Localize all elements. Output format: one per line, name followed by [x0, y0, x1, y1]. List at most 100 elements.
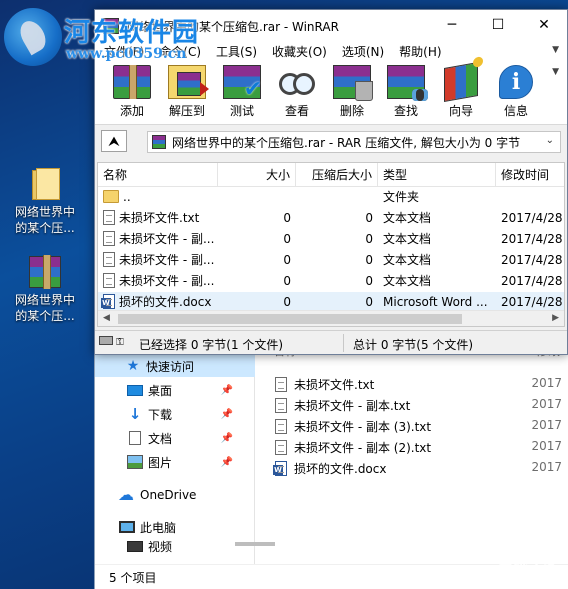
extract-to-button[interactable]: 解压到 — [162, 65, 212, 119]
column-header-name[interactable]: 名称 — [98, 163, 218, 187]
delete-icon — [333, 65, 373, 101]
onedrive-icon: ☁ — [118, 485, 134, 504]
folder-icon — [103, 190, 119, 203]
text-file-icon — [103, 231, 115, 246]
desktop-icon-label: 网络世界中的某个压... — [14, 205, 75, 235]
folder-icon — [32, 168, 60, 200]
maximize-button[interactable]: ☐ — [475, 10, 521, 41]
menu-options[interactable]: 选项(N) — [337, 43, 389, 60]
drive-key-icon: ⚿ — [99, 336, 125, 348]
desktop-icon-folder[interactable]: 网络世界中的某个压... — [10, 168, 80, 236]
up-arrow-icon: ⮝ — [108, 134, 120, 148]
menu-overflow-icon[interactable]: ▼ — [552, 45, 559, 55]
nav-item-downloads[interactable]: ↓ 下载 📌 — [95, 403, 255, 425]
nav-item-onedrive[interactable]: ☁ OneDrive — [95, 484, 255, 506]
add-button[interactable]: 添加 — [107, 65, 157, 119]
close-button[interactable]: ✕ — [521, 10, 567, 41]
watermark-corner: 系统之家 XITONGZHIJIA.NET — [484, 553, 558, 583]
pictures-icon — [127, 455, 143, 469]
word-file-icon — [101, 294, 115, 309]
explorer-nav-pane: ★ 快速访问 桌面 📌 ↓ 下载 📌 文档 📌 图片 📌 ☁ OneDrive — [95, 326, 275, 564]
menu-help[interactable]: 帮助(H) — [394, 43, 446, 60]
text-file-icon — [275, 418, 287, 434]
file-item[interactable]: 未损坏文件.txt — [275, 374, 565, 394]
nav-item-videos[interactable]: 视频 — [95, 539, 255, 553]
file-date: 2017 — [531, 418, 562, 432]
column-header-packed-size[interactable]: 压缩后大小 — [296, 163, 378, 187]
toolbar: 添加 解压到 测试 查看 删除 查找 向导 信息 ▼ — [95, 61, 567, 125]
archive-path-dropdown[interactable]: 网络世界中的某个压缩包.rar - RAR 压缩文件, 解包大小为 0 字节 ⌄ — [147, 131, 561, 153]
menu-tools[interactable]: 工具(S) — [211, 43, 262, 60]
text-file-icon — [103, 252, 115, 267]
text-file-icon — [103, 273, 115, 288]
view-button[interactable]: 查看 — [272, 65, 322, 119]
download-icon: ↓ — [128, 405, 142, 423]
table-row[interactable]: .. 文件夹 — [98, 187, 564, 208]
column-header-size[interactable]: 大小 — [218, 163, 296, 187]
file-date: 2017 — [531, 397, 562, 411]
menu-favorites[interactable]: 收藏夹(O) — [267, 43, 332, 60]
minimize-button[interactable]: ─ — [429, 10, 475, 41]
this-pc-icon — [119, 521, 135, 533]
table-row[interactable]: 未损坏文件 - 副... 0 0 文本文档 2017/4/28 — [98, 229, 564, 250]
nav-item-quick-access[interactable]: ★ 快速访问 — [95, 355, 255, 377]
winrar-archive-icon — [29, 255, 61, 289]
chevron-down-icon[interactable]: ⌄ — [546, 135, 554, 146]
desktop-icon — [127, 384, 143, 396]
info-icon — [499, 65, 533, 99]
explorer-content-pane: 名称 修改 未损坏文件.txt 2017 未损坏文件 - 副本.txt 2017… — [255, 326, 568, 564]
view-icon — [278, 65, 316, 99]
find-icon — [387, 65, 428, 101]
winrar-status-bar: ⚿ 已经选择 0 字节(1 个文件) 总计 0 字节(5 个文件) — [95, 330, 567, 354]
wizard-button[interactable]: 向导 — [436, 62, 486, 119]
up-folder-button[interactable]: ⮝ — [101, 130, 127, 152]
pin-icon: 📌 — [220, 384, 233, 396]
item-count: 5 个项目 — [109, 570, 157, 585]
address-bar: ⮝ 网络世界中的某个压缩包.rar - RAR 压缩文件, 解包大小为 0 字节… — [95, 126, 567, 156]
pin-icon: 📌 — [220, 456, 233, 468]
column-header-modified[interactable]: 修改时间 — [496, 163, 564, 187]
info-button[interactable]: 信息 — [491, 65, 541, 119]
list-header: 名称 大小 压缩后大小 类型 修改时间 — [98, 163, 564, 187]
pin-icon: 📌 — [220, 408, 233, 420]
text-file-icon — [103, 210, 115, 225]
nav-item-this-pc[interactable]: 此电脑 — [95, 516, 255, 538]
file-item[interactable]: 未损坏文件 - 副本.txt — [275, 395, 565, 415]
file-date: 2017 — [531, 460, 562, 474]
watermark-corner-url: XITONGZHIJIA.NET — [484, 574, 558, 583]
column-header-type[interactable]: 类型 — [378, 163, 496, 187]
star-icon: ★ — [126, 358, 140, 374]
table-row[interactable]: 未损坏文件 - 副... 0 0 文本文档 2017/4/28 — [98, 250, 564, 271]
toolbar-overflow-icon[interactable]: ▼ — [552, 67, 559, 77]
winrar-archive-icon — [152, 135, 166, 149]
nav-item-pictures[interactable]: 图片 📌 — [95, 451, 255, 473]
watermark-corner-title: 系统之家 — [497, 555, 558, 573]
file-date: 2017 — [531, 376, 562, 390]
nav-item-documents[interactable]: 文档 📌 — [95, 427, 255, 449]
delete-button[interactable]: 删除 — [327, 65, 377, 119]
watermark-logo-icon — [4, 8, 62, 66]
text-file-icon — [275, 397, 287, 413]
nav-item-desktop[interactable]: 桌面 📌 — [95, 379, 255, 401]
test-icon — [223, 65, 262, 102]
explorer-window: ★ 快速访问 桌面 📌 ↓ 下载 📌 文档 📌 图片 📌 ☁ OneDrive — [94, 326, 568, 589]
archive-path-text: 网络世界中的某个压缩包.rar - RAR 压缩文件, 解包大小为 0 字节 — [172, 135, 521, 150]
archive-file-list: 名称 大小 压缩后大小 类型 修改时间 .. 文件夹 未损坏文件.txt 0 0… — [97, 162, 565, 327]
text-file-icon — [275, 376, 287, 392]
table-row[interactable]: 未损坏文件.txt 0 0 文本文档 2017/4/28 — [98, 208, 564, 229]
scroll-left-icon[interactable]: ◀ — [103, 313, 110, 323]
scroll-right-icon[interactable]: ▶ — [552, 313, 559, 323]
test-button[interactable]: 测试 — [217, 65, 267, 119]
horizontal-scrollbar[interactable]: ◀ ▶ — [98, 310, 564, 326]
scrollbar-thumb[interactable] — [118, 314, 462, 324]
videos-icon — [127, 540, 143, 552]
total-status: 总计 0 字节(5 个文件) — [353, 338, 474, 352]
text-file-icon — [275, 439, 287, 455]
watermark-site-url: www.pc0359.cn — [66, 46, 187, 62]
desktop-icon-archive[interactable]: 网络世界中的某个压... — [10, 255, 80, 324]
table-row[interactable]: 未损坏文件 - 副... 0 0 文本文档 2017/4/28 — [98, 271, 564, 292]
file-item[interactable]: 损坏的文件.docx — [273, 458, 565, 478]
file-item[interactable]: 未损坏文件 - 副本 (2).txt — [275, 437, 565, 457]
find-button[interactable]: 查找 — [381, 65, 431, 119]
file-item[interactable]: 未损坏文件 - 副本 (3).txt — [275, 416, 565, 436]
